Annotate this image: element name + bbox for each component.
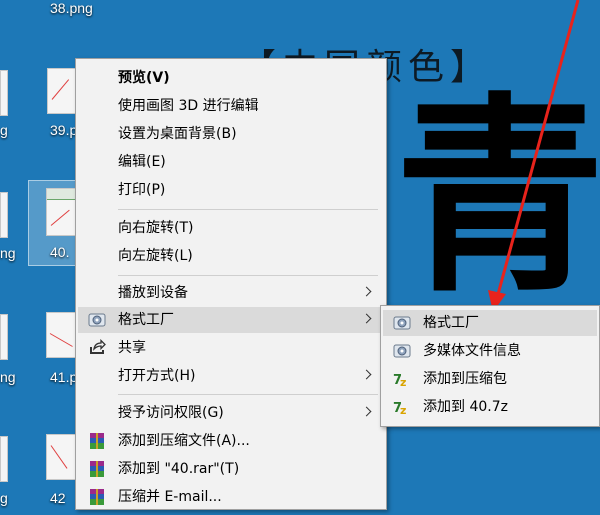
menu-item-compress-email[interactable]: 压缩并 E-mail... [78,484,384,510]
menu-item-cast-to-device[interactable]: 播放到设备 [78,280,384,306]
menu-item-add-to-rar[interactable]: 添加到 "40.rar"(T) [78,456,384,482]
format-factory-icon [393,342,411,360]
menu-item-format-factory[interactable]: 格式工厂 [78,307,384,333]
menu-item-print[interactable]: 打印(P) [78,177,384,203]
chevron-right-icon [361,369,372,380]
menu-item-add-to-archive[interactable]: 添加到压缩文件(A)... [78,428,384,454]
menu-item-share[interactable]: 共享 [78,335,384,361]
chevron-right-icon [361,313,372,324]
svg-text:z: z [400,404,406,416]
menu-separator [118,209,378,210]
context-menu: 预览(V) 使用画图 3D 进行编辑 设置为桌面背景(B) 编辑(E) 打印(P… [75,58,387,510]
chevron-right-icon [361,406,372,417]
chevron-right-icon [361,286,372,297]
svg-text:z: z [400,376,406,388]
format-factory-icon [88,311,106,329]
submenu-item-format-factory[interactable]: 格式工厂 [383,310,597,336]
menu-item-set-wallpaper[interactable]: 设置为桌面背景(B) [78,121,384,147]
menu-item-open-with[interactable]: 打开方式(H) [78,363,384,389]
menu-separator [118,275,378,276]
submenu-item-add-to-7z[interactable]: 7z 添加到 40.7z [383,394,597,420]
submenu-item-media-info[interactable]: 多媒体文件信息 [383,338,597,364]
share-icon [88,338,106,357]
winrar-icon [88,432,106,450]
zip-icon: 7z [393,370,411,389]
submenu-item-add-to-archive[interactable]: 7z 添加到压缩包 [383,366,597,392]
format-factory-icon [393,314,411,332]
menu-item-preview[interactable]: 预览(V) [78,65,384,91]
menu-item-rotate-left[interactable]: 向左旋转(L) [78,243,384,269]
menu-item-grant-access[interactable]: 授予访问权限(G) [78,400,384,426]
menu-item-rotate-right[interactable]: 向右旋转(T) [78,215,384,241]
menu-item-edit-paint3d[interactable]: 使用画图 3D 进行编辑 [78,93,384,119]
winrar-icon [88,488,106,506]
menu-item-edit[interactable]: 编辑(E) [78,149,384,175]
format-factory-submenu: 格式工厂 多媒体文件信息 7z 添加到压缩包 7z 添加到 40.7z [380,305,600,427]
winrar-icon [88,460,106,478]
menu-separator [118,394,378,395]
zip-icon: 7z [393,398,411,417]
